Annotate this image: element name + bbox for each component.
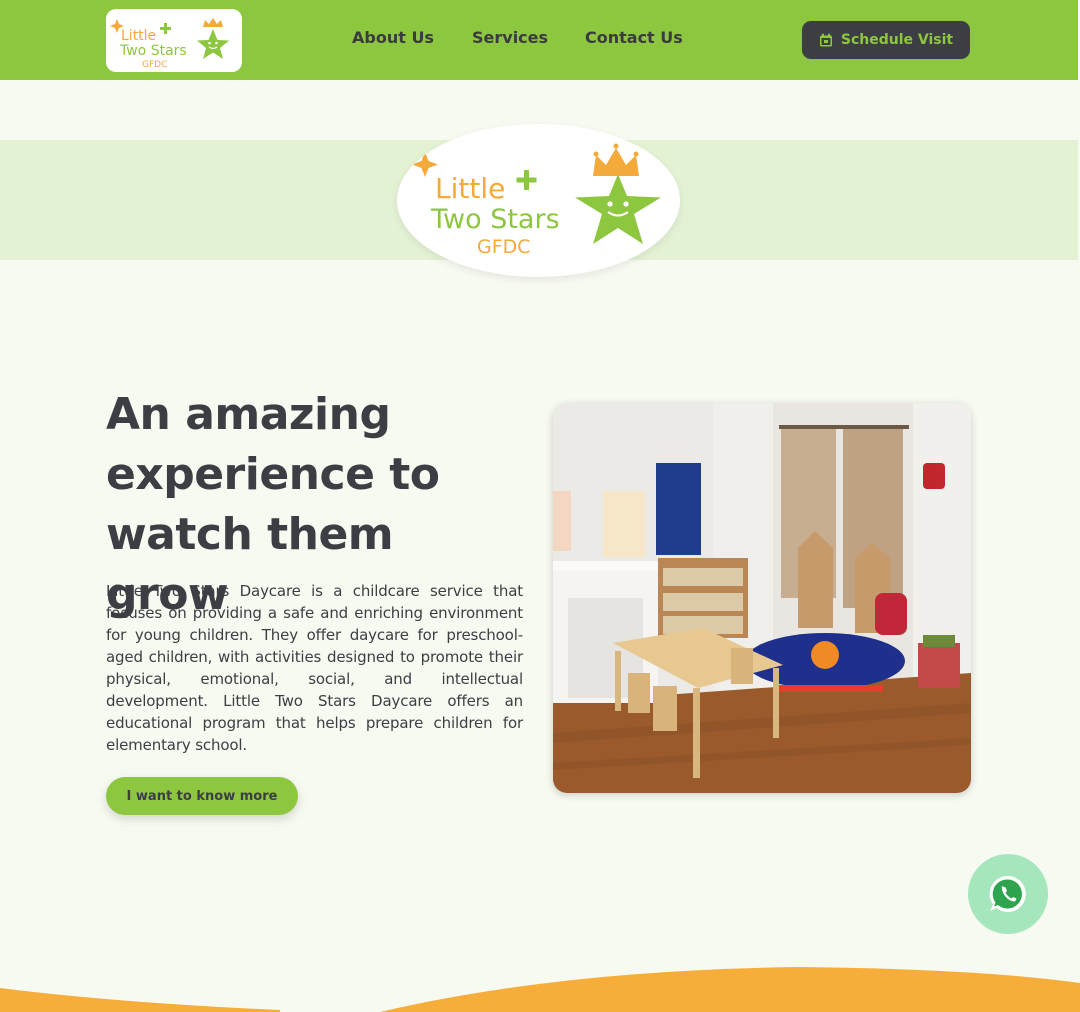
logo-text-gfdc: GFDC [142, 60, 167, 70]
whatsapp-icon [989, 875, 1026, 912]
nav-contact-us[interactable]: Contact Us [585, 28, 705, 47]
page: Little Two Stars GFDC About Us Services … [0, 0, 1080, 1012]
whatsapp-button[interactable] [968, 854, 1048, 934]
nav-services[interactable]: Services [472, 28, 572, 47]
hero-logo-text-gfdc: GFDC [477, 236, 531, 258]
hero-logo-text-little: Little [435, 172, 505, 205]
hero-logo-text-two-stars: Two Stars [430, 204, 560, 235]
classroom-photo [553, 403, 971, 793]
footer-wave [0, 967, 1080, 1012]
know-more-button[interactable]: I want to know more [106, 777, 298, 815]
logo-text-two-stars: Two Stars [119, 43, 187, 59]
hero-logo: Little Two Stars GFDC [397, 124, 680, 277]
calendar-icon [819, 33, 832, 47]
logo-text-little: Little [121, 28, 156, 44]
classroom-illustration [553, 403, 971, 793]
logo-graphic: Little Two Stars GFDC [110, 18, 229, 70]
schedule-visit-label: Schedule Visit [840, 32, 954, 48]
schedule-visit-button[interactable]: Schedule Visit [802, 21, 970, 59]
hero-description: Little Two Stars Daycare is a childcare … [106, 582, 523, 754]
nav-about-us[interactable]: About Us [352, 28, 462, 47]
site-header: Little Two Stars GFDC About Us Services … [0, 0, 1078, 80]
hero-logo-graphic: Little Two Stars GFDC [412, 143, 661, 258]
header-logo[interactable]: Little Two Stars GFDC [106, 9, 242, 72]
